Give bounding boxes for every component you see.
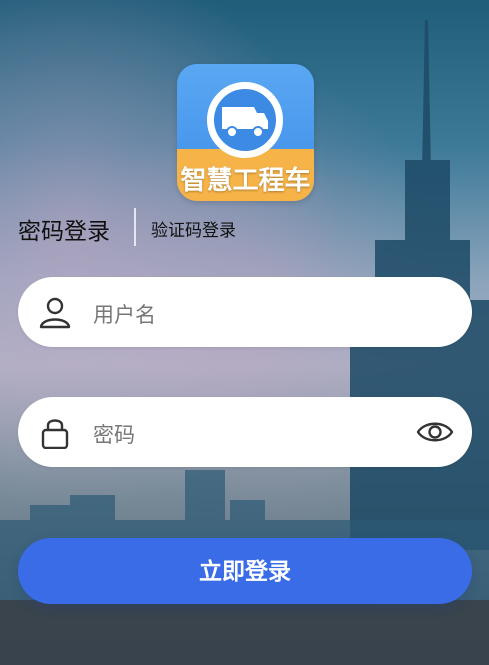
user-icon (38, 295, 72, 329)
tab-divider (134, 208, 136, 246)
username-field[interactable]: 用户名 (18, 277, 472, 347)
password-input[interactable]: 密码 (93, 419, 135, 449)
eye-icon[interactable] (416, 417, 454, 447)
app-logo: 智慧工程车 (177, 64, 314, 201)
logo-text: 智慧工程车 (180, 166, 311, 196)
password-field[interactable]: 密码 (18, 397, 472, 467)
dump-truck-icon (207, 82, 283, 158)
username-input[interactable]: 用户名 (93, 299, 156, 329)
tab-code-login[interactable]: 验证码登录 (151, 216, 236, 241)
tab-password-login[interactable]: 密码登录 (18, 212, 110, 246)
login-button[interactable]: 立即登录 (18, 538, 472, 604)
lock-icon (38, 415, 72, 450)
